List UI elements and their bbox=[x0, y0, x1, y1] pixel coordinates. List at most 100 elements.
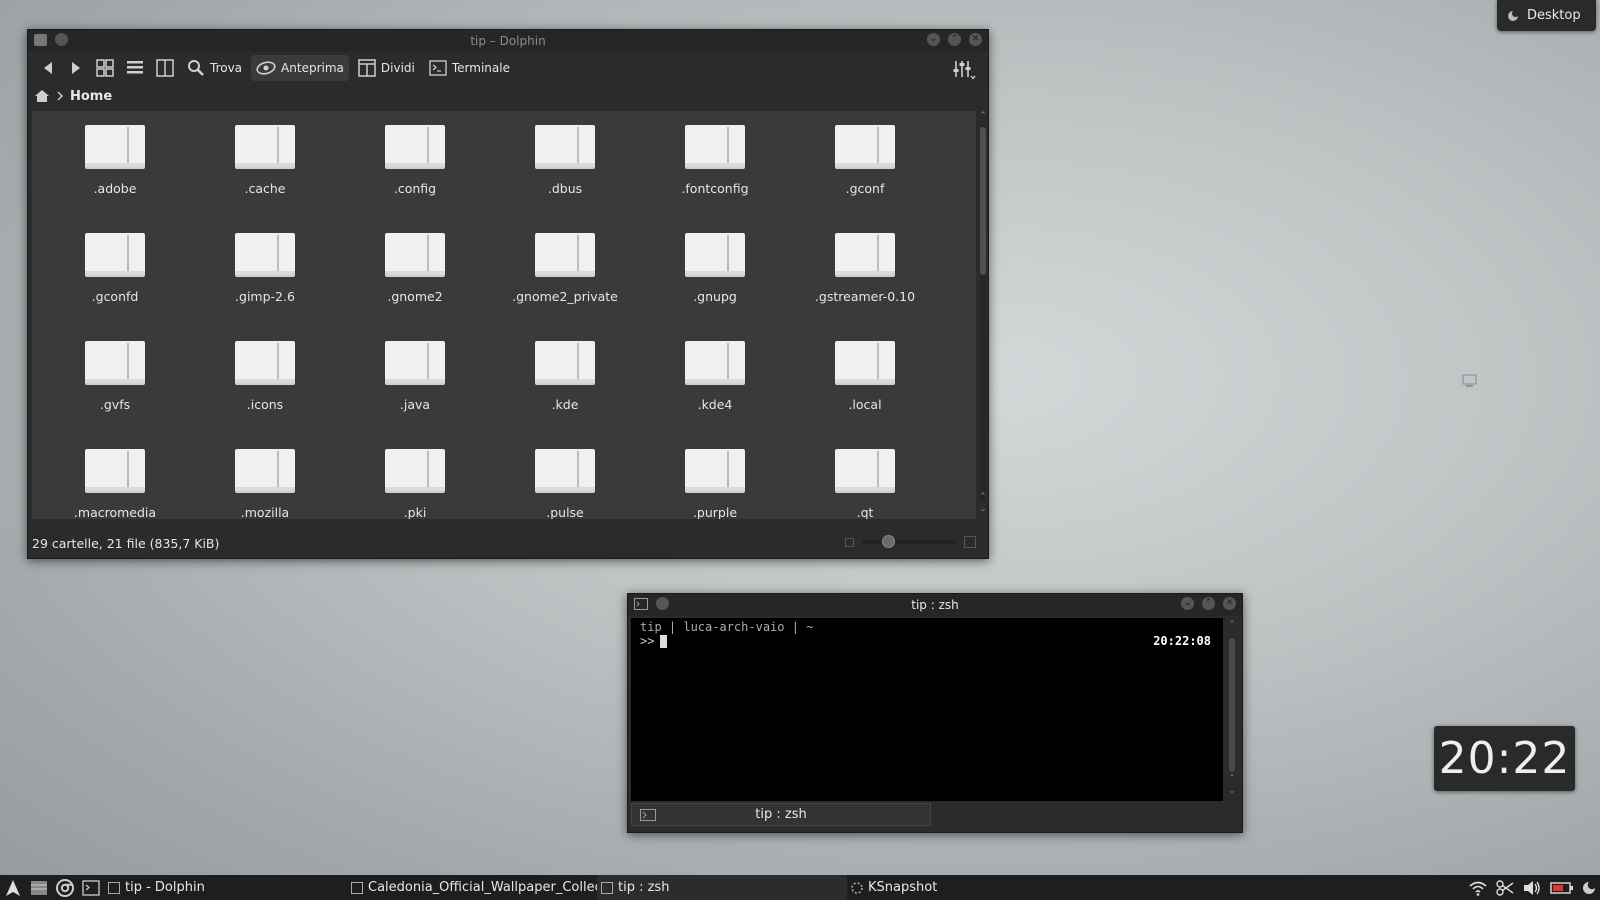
minimize-button[interactable]: ⌄ bbox=[1181, 597, 1194, 610]
plasma-notifications-icon[interactable] bbox=[1582, 881, 1596, 895]
scroll-up-arrow-icon[interactable]: ⌃ bbox=[978, 492, 988, 502]
breadcrumb: Home bbox=[28, 84, 988, 108]
folder-item[interactable]: .gconfd bbox=[40, 231, 190, 339]
clock-widget[interactable]: 20:22 bbox=[1434, 726, 1575, 791]
home-icon[interactable] bbox=[34, 89, 50, 103]
preview-button[interactable]: Anteprima bbox=[251, 55, 349, 81]
desktop-toolbox-button[interactable]: Desktop bbox=[1497, 0, 1596, 31]
wifi-icon[interactable] bbox=[1468, 880, 1488, 896]
folder-label: .dbus bbox=[547, 181, 583, 196]
folder-item[interactable]: .icons bbox=[190, 339, 340, 447]
folder-label: .mozilla bbox=[240, 505, 290, 519]
breadcrumb-current[interactable]: Home bbox=[70, 89, 112, 104]
task-label: KSnapshot bbox=[868, 880, 938, 895]
folder-icon bbox=[833, 123, 897, 171]
icons-view-button[interactable] bbox=[92, 55, 118, 81]
folder-item[interactable]: .java bbox=[340, 339, 490, 447]
folder-item[interactable]: .pki bbox=[340, 447, 490, 519]
folder-icon bbox=[533, 231, 597, 279]
folder-icon bbox=[683, 447, 747, 495]
folder-item[interactable]: .dbus bbox=[490, 123, 640, 231]
maximize-button[interactable]: ⌃ bbox=[948, 33, 961, 46]
scroll-up-arrow-icon[interactable]: ⌃ bbox=[978, 111, 988, 121]
dolphin-titlebar[interactable]: tip – Dolphin ⌄ ⌃ ✕ bbox=[28, 30, 988, 52]
back-button[interactable] bbox=[36, 55, 60, 81]
prompt-line-1: tip | luca-arch-vaio | ~ bbox=[640, 620, 814, 634]
status-bar: 29 cartelle, 21 file (835,7 KiB) bbox=[28, 528, 988, 558]
scroll-thumb[interactable] bbox=[1229, 638, 1235, 772]
folder-item[interactable]: .gvfs bbox=[40, 339, 190, 447]
scroll-down-arrow-icon[interactable]: ⌄ bbox=[978, 504, 988, 514]
desktop-screen-icon[interactable] bbox=[1462, 374, 1478, 388]
folder-item[interactable]: .macromedia bbox=[40, 447, 190, 519]
folder-item[interactable]: .gstreamer-0.10 bbox=[790, 231, 940, 339]
terminal-area[interactable]: tip | luca-arch-vaio | ~ >> 20:22:08 bbox=[631, 618, 1223, 801]
close-button[interactable]: ✕ bbox=[969, 33, 982, 46]
settings-sliders-icon bbox=[952, 59, 976, 81]
folder-item[interactable]: .gnome2 bbox=[340, 231, 490, 339]
folder-icon bbox=[833, 231, 897, 279]
scroll-up-arrow-icon[interactable]: ⌃ bbox=[1226, 774, 1238, 784]
konsole-tab[interactable]: tip : zsh bbox=[631, 803, 931, 826]
folder-item[interactable]: .qt bbox=[790, 447, 940, 519]
file-manager-icon bbox=[30, 880, 48, 896]
desktop-button-label: Desktop bbox=[1527, 8, 1581, 23]
folder-item[interactable]: .kde bbox=[490, 339, 640, 447]
zoom-slider-handle[interactable] bbox=[882, 535, 895, 548]
chrome-icon bbox=[56, 878, 74, 897]
folder-label: .icons bbox=[246, 397, 284, 412]
maximize-button[interactable]: ⌃ bbox=[1202, 597, 1215, 610]
split-button[interactable]: Dividi bbox=[353, 55, 420, 81]
control-menu-button[interactable] bbox=[948, 57, 980, 83]
folder-item[interactable]: .gconf bbox=[790, 123, 940, 231]
folder-item[interactable]: .purple bbox=[640, 447, 790, 519]
task-dolphin[interactable]: tip - Dolphin bbox=[104, 875, 347, 900]
zoom-slider[interactable] bbox=[862, 535, 956, 548]
browser-launcher[interactable] bbox=[52, 875, 78, 900]
scissors-icon[interactable] bbox=[1496, 879, 1514, 896]
application-launcher[interactable] bbox=[0, 875, 26, 900]
folder-item[interactable]: .local bbox=[790, 339, 940, 447]
prompt-time: 20:22:08 bbox=[1153, 634, 1211, 648]
scroll-thumb[interactable] bbox=[980, 127, 986, 275]
folder-icon bbox=[683, 231, 747, 279]
folder-item[interactable]: .gnupg bbox=[640, 231, 790, 339]
columns-view-button[interactable] bbox=[152, 55, 178, 81]
folder-item[interactable]: .mozilla bbox=[190, 447, 340, 519]
scroll-down-arrow-icon[interactable]: ⌄ bbox=[1226, 786, 1238, 796]
folder-label: .qt bbox=[856, 505, 874, 519]
file-view[interactable]: .adobe .cache .config .dbus .fontconfig .gcon… bbox=[32, 111, 976, 519]
scroll-up-arrow-icon[interactable]: ⌃ bbox=[1226, 620, 1238, 630]
folder-item[interactable]: .fontconfig bbox=[640, 123, 790, 231]
close-button[interactable]: ✕ bbox=[1223, 597, 1236, 610]
file-manager-launcher[interactable] bbox=[26, 875, 52, 900]
folder-item[interactable]: .gimp-2.6 bbox=[190, 231, 340, 339]
folder-label: .gnome2_private bbox=[512, 289, 618, 304]
taskbar: tip - Dolphin Caledonia_Official_Wallpap… bbox=[0, 875, 1600, 900]
battery-icon[interactable] bbox=[1550, 881, 1574, 895]
forward-button[interactable] bbox=[64, 55, 88, 81]
folder-icon bbox=[233, 447, 297, 495]
find-button[interactable]: Trova bbox=[182, 55, 247, 81]
terminal-tab-icon bbox=[640, 808, 656, 821]
folder-item[interactable]: .adobe bbox=[40, 123, 190, 231]
task-ksnapshot[interactable]: KSnapshot bbox=[847, 875, 1047, 900]
terminal-scrollbar[interactable]: ⌃ ⌃ ⌄ bbox=[1226, 618, 1238, 801]
task-wallpaper[interactable]: Caledonia_Official_Wallpaper_Collecti bbox=[347, 875, 597, 900]
folder-item[interactable]: .cache bbox=[190, 123, 340, 231]
folder-icon bbox=[83, 339, 147, 387]
volume-icon[interactable] bbox=[1522, 880, 1542, 896]
terminal-button[interactable]: Terminale bbox=[424, 55, 515, 81]
folder-item[interactable]: .pulse bbox=[490, 447, 640, 519]
konsole-titlebar[interactable]: tip : zsh ⌄ ⌃ ✕ bbox=[628, 594, 1242, 616]
terminal-launcher[interactable] bbox=[78, 875, 104, 900]
task-konsole[interactable]: tip : zsh bbox=[597, 875, 847, 900]
split-view-icon bbox=[358, 59, 376, 77]
folder-item[interactable]: .config bbox=[340, 123, 490, 231]
details-view-button[interactable] bbox=[122, 55, 148, 81]
folder-label: .config bbox=[393, 181, 437, 196]
file-view-scrollbar[interactable]: ⌃ ⌃ ⌄ bbox=[978, 111, 988, 519]
folder-item[interactable]: .gnome2_private bbox=[490, 231, 640, 339]
folder-item[interactable]: .kde4 bbox=[640, 339, 790, 447]
minimize-button[interactable]: ⌄ bbox=[927, 33, 940, 46]
